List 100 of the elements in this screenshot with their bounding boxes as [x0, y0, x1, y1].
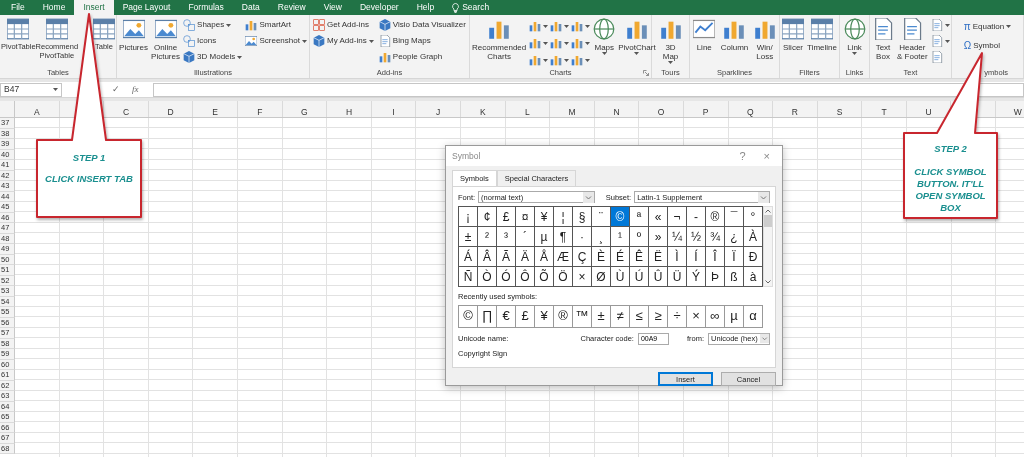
ribbon-tab[interactable]: Page Layout: [113, 0, 180, 15]
ribbon-button[interactable]: 3D Models: [182, 50, 244, 64]
symbol-cell[interactable]: Ý: [687, 267, 706, 288]
ribbon-icon-button[interactable]: [528, 19, 550, 33]
ribbon-button[interactable]: 3D Map: [658, 17, 683, 66]
symbol-cell[interactable]: ±: [592, 305, 611, 328]
symbol-cell[interactable]: Ú: [630, 267, 649, 288]
ribbon-button[interactable]: Icons: [182, 34, 244, 48]
symbol-cell[interactable]: ¦: [554, 207, 573, 228]
ribbon-button[interactable]: Header & Footer: [896, 17, 929, 63]
ribbon-tab[interactable]: File: [2, 0, 34, 15]
symbol-cell[interactable]: Í: [687, 247, 706, 268]
symbol-cell[interactable]: €: [497, 305, 516, 328]
heading-letter[interactable]: O: [657, 104, 665, 121]
formula-input[interactable]: [152, 82, 1024, 97]
symbol-cell[interactable]: É: [611, 247, 630, 268]
symbol-cell[interactable]: º: [630, 227, 649, 248]
heading-letter[interactable]: S: [836, 104, 843, 121]
heading-letter[interactable]: Q: [747, 104, 754, 121]
ribbon-button[interactable]: Recommended Charts: [471, 17, 528, 63]
symbol-cell[interactable]: ¸: [592, 227, 611, 248]
symbol-cell[interactable]: ®: [554, 305, 573, 328]
symbol-cell[interactable]: Õ: [535, 267, 554, 288]
symbol-cell[interactable]: ¹: [611, 227, 630, 248]
heading-letter[interactable]: U: [925, 104, 932, 121]
scroll-thumb[interactable]: [764, 215, 772, 228]
symbol-cell[interactable]: ©: [459, 305, 478, 328]
symbol-cell[interactable]: Ü: [668, 267, 687, 288]
symbol-cell[interactable]: ¢: [478, 207, 497, 228]
ribbon-button[interactable]: Text Box: [871, 17, 895, 63]
symbol-cell[interactable]: ¿: [725, 227, 744, 248]
symbol-cell[interactable]: ≤: [630, 305, 649, 328]
ribbon-tab[interactable]: Insert: [74, 0, 114, 15]
ribbon-button[interactable]: Shapes: [182, 18, 244, 32]
symbol-cell[interactable]: ²: [478, 227, 497, 248]
ribbon-icon-button[interactable]: [528, 53, 550, 67]
symbol-cell[interactable]: Ê: [630, 247, 649, 268]
symbol-cell[interactable]: ®: [706, 207, 725, 228]
symbol-cell[interactable]: ×: [573, 267, 592, 288]
symbol-cell[interactable]: Ò: [478, 267, 497, 288]
symbol-cell[interactable]: ¥: [535, 207, 554, 228]
symbol-cell[interactable]: ¼: [668, 227, 687, 248]
symbol-cell[interactable]: Ð: [744, 247, 763, 268]
symbol-cell[interactable]: ¥: [535, 305, 554, 328]
symbol-cell[interactable]: Å: [535, 247, 554, 268]
symbol-cell[interactable]: Û: [649, 267, 668, 288]
heading-letter[interactable]: H: [345, 104, 352, 121]
symbol-cell[interactable]: ±: [459, 227, 478, 248]
symbol-cell[interactable]: ∞: [706, 305, 725, 328]
close-button[interactable]: ×: [757, 150, 776, 162]
symbol-cell[interactable]: -: [687, 207, 706, 228]
symbol-cell[interactable]: Â: [478, 247, 497, 268]
ribbon-button[interactable]: Timeline: [806, 17, 838, 54]
symbol-cell[interactable]: «: [649, 207, 668, 228]
symbol-cell[interactable]: ¶: [554, 227, 573, 248]
ribbon-icon-button[interactable]: [549, 36, 571, 50]
symbol-cell[interactable]: ≠: [611, 305, 630, 328]
symbol-cell[interactable]: Ó: [497, 267, 516, 288]
symbol-cell[interactable]: ¨: [592, 207, 611, 228]
ribbon-button[interactable]: Line: [692, 17, 717, 54]
ribbon-button[interactable]: PivotChart: [617, 17, 657, 57]
heading-letter[interactable]: J: [436, 104, 441, 121]
symbol-cell[interactable]: §: [573, 207, 592, 228]
ribbon-tab[interactable]: Help: [407, 0, 444, 15]
heading-letter[interactable]: G: [301, 104, 308, 121]
symbol-cell[interactable]: Þ: [706, 267, 725, 288]
heading-letter[interactable]: W: [1013, 104, 1022, 121]
help-button[interactable]: ?: [733, 150, 752, 162]
symbol-cell[interactable]: Ä: [516, 247, 535, 268]
heading-letter[interactable]: D: [167, 104, 174, 121]
heading-letter[interactable]: P: [702, 104, 709, 121]
symbol-cell[interactable]: À: [744, 227, 763, 248]
insert-function-button[interactable]: fx: [126, 82, 145, 97]
symbol-cell[interactable]: °: [744, 207, 763, 228]
symbol-cell[interactable]: Ô: [516, 267, 535, 288]
symbol-cell[interactable]: ¤: [516, 207, 535, 228]
ribbon-button[interactable]: People Graph: [377, 50, 467, 64]
heading-letter[interactable]: F: [257, 104, 263, 121]
ribbon-button[interactable]: Win/ Loss: [752, 17, 777, 63]
ribbon-button[interactable]: Bing Maps: [377, 34, 467, 48]
symbol-cell[interactable]: ≥: [649, 305, 668, 328]
ribbon-icon-button[interactable]: [929, 18, 951, 32]
ribbon-tab[interactable]: Developer: [350, 0, 408, 15]
ribbon-button[interactable]: Get Add-ins: [312, 18, 375, 32]
symbol-cell[interactable]: ™: [573, 305, 592, 328]
ribbon-button[interactable]: Link: [842, 17, 867, 57]
ribbon-button[interactable]: Maps: [592, 17, 617, 57]
ribbon-button[interactable]: Ω Symbol: [962, 37, 1013, 54]
symbol-cell[interactable]: »: [649, 227, 668, 248]
symbol-cell[interactable]: ÷: [668, 305, 687, 328]
symbol-cell[interactable]: α: [744, 305, 763, 328]
symbol-cell[interactable]: à: [744, 267, 763, 288]
symbol-cell[interactable]: ©: [611, 207, 630, 228]
ribbon-icon-button[interactable]: [570, 19, 592, 33]
symbol-cell[interactable]: Ø: [592, 267, 611, 288]
ribbon-button[interactable]: Pictures: [118, 17, 149, 54]
heading-letter[interactable]: R: [791, 104, 798, 121]
heading-letter[interactable]: K: [479, 104, 486, 121]
symbol-cell[interactable]: ·: [573, 227, 592, 248]
symbol-cell[interactable]: Ì: [668, 247, 687, 268]
